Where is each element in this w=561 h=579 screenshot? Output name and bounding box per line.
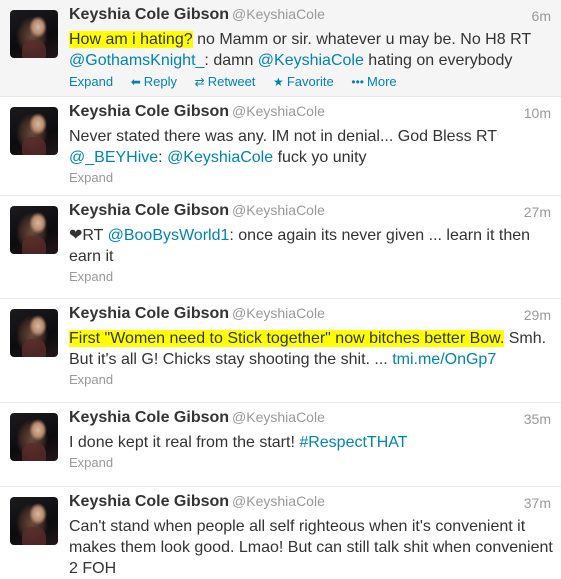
hashtag-link[interactable]: #RespectTHAT [299,434,407,451]
tweet-timestamp[interactable]: 29m [524,307,551,323]
more-button[interactable]: ••• More [351,74,396,89]
tweet-text-segment: no Mamm or sir. whatever u may be. No H8… [192,31,532,48]
tweet-fullname[interactable]: Keyshia Cole Gibson [69,202,229,219]
reply-arrow-icon: ⬅ [130,75,141,89]
more-label: More [367,74,397,89]
tweet-text-segment: ❤RT [69,227,108,244]
avatar[interactable] [10,206,58,254]
avatar[interactable] [10,309,58,357]
tweet-timestamp[interactable]: 6m [532,8,551,24]
tweet-text: First "Women need to Stick together" now… [69,328,551,370]
highlighted-text: How am i hating? [69,31,193,48]
tweet-timestamp[interactable]: 10m [524,105,551,121]
tweet-text-segment: I done kept it real from the start! [69,434,300,451]
tweet-text-line: @GothamsKnight_: damn @KeyshiaCole hatin… [69,50,551,71]
mention-link[interactable]: @_BEYHive [69,149,158,166]
tweet-text-segment: But it's all G! Chicks stay shooting the… [69,351,393,368]
tweet-username[interactable]: @KeyshiaCole [232,6,325,22]
tweet-timestamp[interactable]: 27m [524,204,551,220]
tweet-username[interactable]: @KeyshiaCole [232,305,325,321]
tweet-text-segment: fuck yo unity [273,149,367,166]
expand-link[interactable]: Expand [69,170,551,185]
reply-button[interactable]: ⬅ Reply [131,74,177,89]
tweet-text-line: Can't stand when people all self righteo… [69,516,551,537]
tweet-text-segment: Can't stand when people all self righteo… [69,518,526,535]
expand-link[interactable]: Expand [69,455,551,470]
tweet-item[interactable]: Keyshia Cole Gibson @KeyshiaCole 37m Can'… [0,487,561,579]
tweet-fullname[interactable]: Keyshia Cole Gibson [69,409,229,426]
tweet-text-segment: Smh. [504,330,547,347]
star-icon: ★ [273,75,284,89]
mention-link[interactable]: @KeyshiaCole [258,52,364,69]
tweet-timestamp[interactable]: 37m [524,495,551,511]
avatar[interactable] [10,497,58,545]
retweet-button[interactable]: ⇄ Retweet [195,74,256,89]
tweet-text-segment: Never stated there was any. IM not in de… [69,128,498,145]
tweet-text-segment: : once again its never given ... learn i… [229,227,531,244]
tweet-text: Never stated there was any. IM not in de… [69,126,551,168]
tweet-fullname[interactable]: Keyshia Cole Gibson [69,305,229,322]
reply-label: Reply [143,74,178,89]
retweet-icon: ⇄ [194,75,205,89]
tweet-text: How am i hating? no Mamm or sir. whateve… [69,29,551,71]
tweet-username[interactable]: @KeyshiaCole [232,103,325,119]
avatar[interactable] [10,413,58,461]
tweet-text-line: I done kept it real from the start! #Res… [69,432,551,453]
tweet-text-line: Never stated there was any. IM not in de… [69,126,551,147]
tweet-fullname[interactable]: Keyshia Cole Gibson [69,103,229,120]
tweet-text-line: earn it [69,246,551,267]
tweet-text-line: makes them look good. Lmao! But can stil… [69,537,553,558]
tweet-text-segment: earn it [69,248,114,265]
tweet-username[interactable]: @KeyshiaCole [232,493,325,509]
mention-link[interactable]: @BooBysWorld1 [108,227,230,244]
tweet-text-line: But it's all G! Chicks stay shooting the… [69,349,551,370]
tweet-timestamp[interactable]: 35m [524,411,551,427]
tweet-text: Can't stand when people all self righteo… [69,516,553,579]
tweet-item[interactable]: Keyshia Cole Gibson @KeyshiaCole 35m I do… [0,403,561,487]
avatar[interactable] [10,107,58,155]
retweet-label: Retweet [207,74,256,89]
tweet-text-line: 2 FOH [69,558,551,579]
ellipsis-icon: ••• [351,75,365,89]
tweet-text-line: ❤RT @BooBysWorld1: once again its never … [69,225,551,246]
tweet-text: ❤RT @BooBysWorld1: once again its never … [69,225,551,267]
tweet-item[interactable]: Keyshia Cole Gibson @KeyshiaCole 29m Firs… [0,299,561,403]
tweet-text-segment: : [158,149,168,166]
expand-link[interactable]: Expand [69,74,113,89]
tweet-text-segment: makes them look good. Lmao! But can stil… [69,539,553,556]
tweet-text-line: @_BEYHive: @KeyshiaCole fuck yo unity [69,147,551,168]
tweet-text-line: First "Women need to Stick together" now… [69,328,551,349]
favorite-button[interactable]: ★ Favorite [273,74,334,89]
expand-link[interactable]: Expand [69,372,551,387]
tweet-username[interactable]: @KeyshiaCole [232,202,325,218]
tweet-item[interactable]: Keyshia Cole Gibson @KeyshiaCole 6m How a… [0,0,561,97]
tweet-text-segment: : damn [204,52,258,69]
favorite-label: Favorite [286,74,334,89]
mention-link[interactable]: @KeyshiaCole [167,149,273,166]
tweet-item[interactable]: Keyshia Cole Gibson @KeyshiaCole 10m Neve… [0,97,561,196]
tweet-username[interactable]: @KeyshiaCole [232,409,325,425]
tweet-text-segment: 2 FOH [69,560,117,577]
mention-link[interactable]: @GothamsKnight_ [69,52,204,69]
tweet-fullname[interactable]: Keyshia Cole Gibson [69,6,229,23]
tweet-text-segment: hating on everybody [363,52,513,69]
tweet-item[interactable]: Keyshia Cole Gibson @KeyshiaCole 27m ❤RT … [0,196,561,299]
tweet-timeline: Keyshia Cole Gibson @KeyshiaCole 6m How a… [0,0,561,579]
tweet-actions: Expand ⬅ Reply ⇄ Retweet ★ Favorite ••• More [69,74,551,89]
highlighted-text: First "Women need to Stick together" now… [69,330,505,347]
expand-link[interactable]: Expand [69,269,551,284]
tweet-text-line: How am i hating? no Mamm or sir. whateve… [69,29,551,50]
url-link[interactable]: tmi.me/OnGp7 [392,351,496,368]
avatar[interactable] [10,10,58,58]
tweet-text: I done kept it real from the start! #Res… [69,432,551,453]
tweet-fullname[interactable]: Keyshia Cole Gibson [69,493,229,510]
